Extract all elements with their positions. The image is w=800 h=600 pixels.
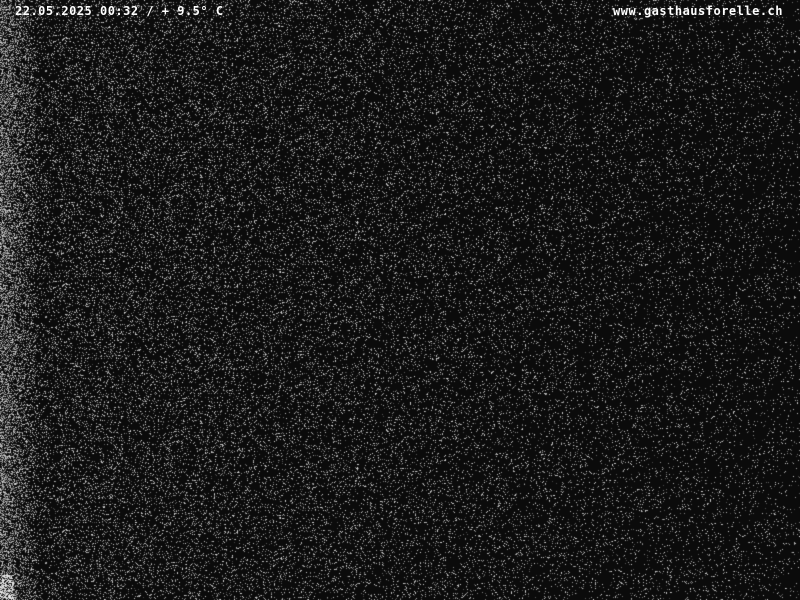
- night-sky-noise: [0, 0, 800, 600]
- timestamp-temperature-label: 22.05.2025 00:32 / + 9.5° C: [15, 4, 224, 18]
- website-url-label: www.gasthausforelle.ch: [613, 4, 783, 18]
- webcam-image: 22.05.2025 00:32 / + 9.5° C www.gasthaus…: [0, 0, 800, 600]
